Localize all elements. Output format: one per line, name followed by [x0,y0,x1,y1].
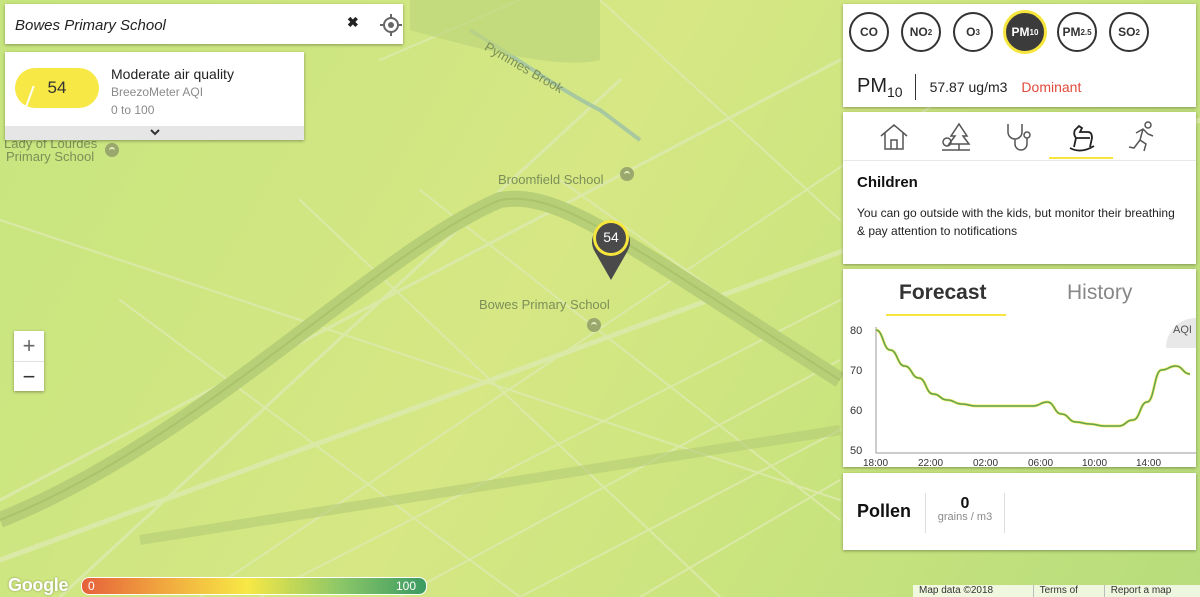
pollen-box: 0 grains / m3 [925,493,1005,533]
school-poi-icon[interactable] [620,167,634,181]
active-tab-indicator [1049,157,1113,159]
map-attribution: Map data ©2018 Google Terms of Use Repor… [913,585,1200,597]
aqi-color-scale: 0 100 [81,577,427,595]
location-marker[interactable]: 54 [589,216,633,287]
pollutant-label: PM [1062,25,1081,39]
rocking-horse-icon[interactable] [1064,120,1098,154]
forecast-chart: AQI 80 70 60 50 18:00 22:00 02:00 06:00 10:00 14… [850,318,1196,467]
x-tick-label: 06:00 [1028,458,1053,467]
search-box: ✖ [5,4,403,44]
recommendation-title: Children [857,174,918,191]
clear-search-button[interactable]: ✖ [347,14,359,31]
pollutant-so2-button[interactable]: SO 2 [1109,12,1149,52]
pollen-panel: Pollen 0 grains / m3 [843,473,1196,550]
stethoscope-icon[interactable] [1001,120,1035,154]
trees-icon[interactable] [939,120,973,154]
pollutant-sub: 2.5 [1080,27,1092,37]
pollen-unit: grains / m3 [937,511,993,523]
aqi-gauge: 54 [15,68,99,108]
forecast-panel: Forecast History AQI 80 70 60 50 18:00 22:00… [843,269,1196,467]
dominant-badge: Dominant [1021,79,1082,95]
aqi-status: Moderate air quality [111,66,234,82]
zoom-control: + − [14,331,44,391]
pollutant-concentration: 57.87 ug/m3 [929,79,1008,95]
aqi-index-name: BreezoMeter AQI [111,85,204,99]
aqi-value: 54 [47,78,67,97]
map-label-bowes: Bowes Primary School [479,297,610,312]
aqi-summary-card: 54 Moderate air quality BreezoMeter AQI … [5,52,304,140]
pollutant-sub: 2 [1135,27,1140,37]
pollutant-label: PM [1011,25,1030,39]
expand-button[interactable] [5,126,304,140]
chevron-down-icon [149,129,160,136]
x-tick-label: 14:00 [1136,458,1161,467]
running-icon[interactable] [1126,120,1160,154]
x-tick-label: 18:00 [863,458,888,467]
divider [914,74,916,100]
zoom-in-button[interactable]: + [14,331,44,361]
pollutant-no2-button[interactable]: NO 2 [901,12,941,52]
pollutant-selector: CO NO 2 O3 PM 10 PM 2.5 SO 2 [849,10,1149,54]
pollutant-label: O [966,25,976,39]
aqi-badge: AQI [1173,324,1192,336]
school-poi-icon[interactable] [587,318,601,332]
selected-pollutant-sub: 10 [887,83,903,100]
x-tick-label: 10:00 [1082,458,1107,467]
home-icon[interactable] [877,120,911,154]
pollutant-o3-button[interactable]: O3 [953,12,993,52]
recommendations-panel: Children You can go outside with the kid… [843,112,1196,264]
pollutant-co-button[interactable]: CO [849,12,889,52]
zoom-out-button[interactable]: − [14,361,44,392]
selected-pollutant: PM10 [857,75,903,100]
google-logo: Google [8,575,69,595]
x-tick-label: 02:00 [973,458,998,467]
pollen-label: Pollen [857,501,912,521]
forecast-line-highlight [875,328,1191,428]
marker-value: 54 [603,229,619,245]
y-tick-label: 50 [850,445,862,457]
recommendation-text: You can go outside with the kids, but mo… [857,206,1175,238]
selected-pollutant-name: PM [857,74,887,97]
terms-link[interactable]: Terms of Use [1034,585,1105,597]
search-input[interactable] [13,12,337,38]
pollutant-label: CO [860,25,878,39]
aqi-range: 0 to 100 [111,103,155,117]
pollutant-detail: PM10 57.87 ug/m3 Dominant [857,74,1081,100]
pollutant-pm25-button[interactable]: PM 2.5 [1057,12,1097,52]
y-tick-label: 60 [850,405,862,417]
map-label-broomfield: Broomfield School [498,172,604,187]
forecast-line [875,329,1191,427]
pollutant-label: SO [1118,25,1136,39]
pollutant-pm10-button[interactable]: PM 10 [1003,10,1047,54]
scale-min: 0 [88,579,95,593]
school-poi-icon[interactable] [105,143,119,157]
map-pin-icon [592,220,630,280]
my-location-icon[interactable] [379,13,403,37]
pollutant-sub: 2 [927,27,933,37]
map-label-lourdes-2: Primary School [6,149,95,164]
y-tick-label: 70 [850,365,862,377]
pollutant-sub: 3 [975,27,980,37]
x-tick-label: 22:00 [918,458,943,467]
y-tick-label: 80 [850,325,862,337]
scale-max: 100 [395,579,416,593]
pollutant-panel: CO NO 2 O3 PM 10 PM 2.5 SO 2 PM10 57.87 ug/m… [843,4,1196,107]
pollutant-label: NO [909,25,928,39]
pollutant-sub: 10 [1029,27,1039,37]
recommendation-tabs [843,112,1196,161]
map-data-text: Map data ©2018 Google [913,585,1034,597]
report-error-link[interactable]: Report a map error [1105,585,1200,597]
